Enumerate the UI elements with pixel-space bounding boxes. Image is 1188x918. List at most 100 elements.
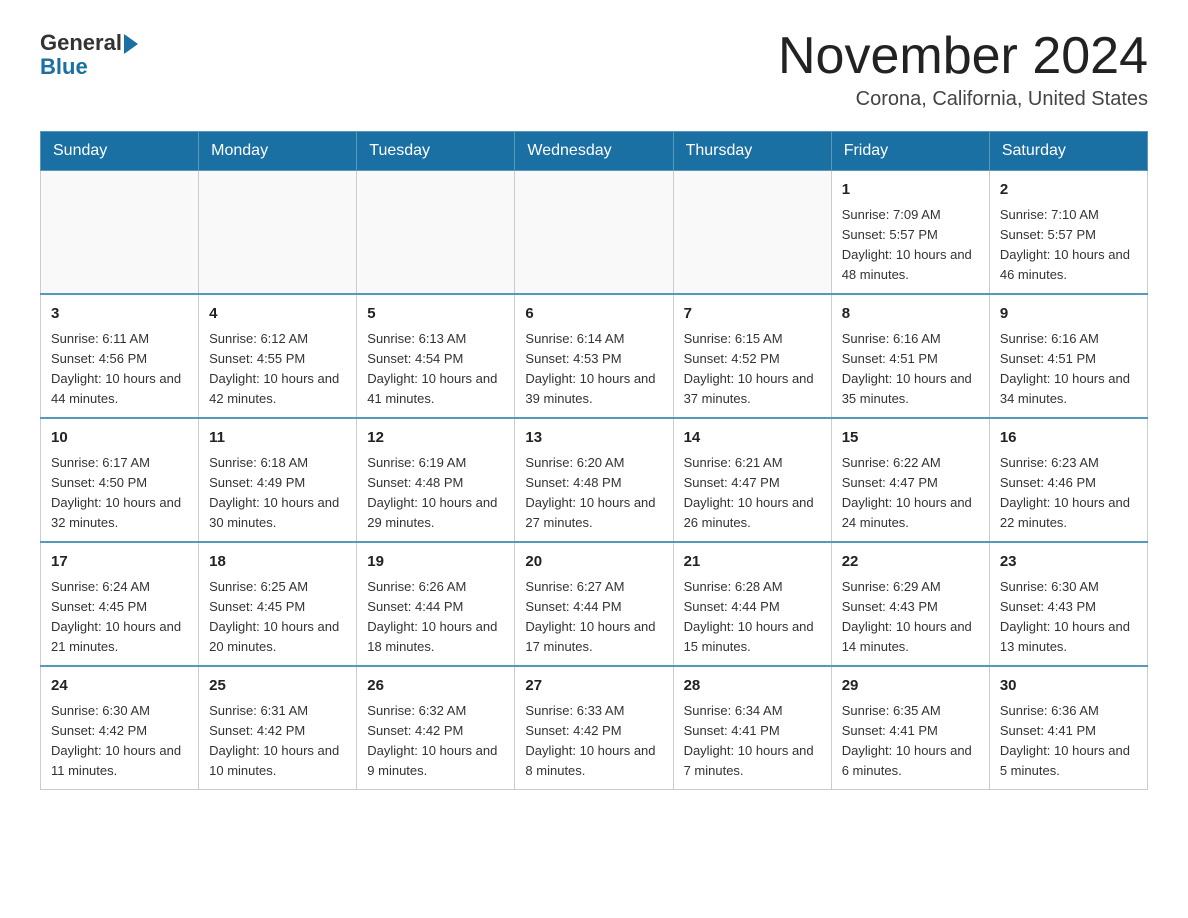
day-info: Sunrise: 6:17 AM Sunset: 4:50 PM Dayligh… (51, 453, 188, 534)
day-number: 3 (51, 303, 188, 326)
day-number: 5 (367, 303, 504, 326)
day-number: 11 (209, 427, 346, 450)
day-number: 29 (842, 675, 979, 698)
calendar-header-sunday: Sunday (41, 132, 199, 171)
day-info: Sunrise: 6:26 AM Sunset: 4:44 PM Dayligh… (367, 577, 504, 658)
calendar-header-wednesday: Wednesday (515, 132, 673, 171)
day-info: Sunrise: 6:28 AM Sunset: 4:44 PM Dayligh… (684, 577, 821, 658)
day-number: 25 (209, 675, 346, 698)
calendar-week-5: 24 Sunrise: 6:30 AM Sunset: 4:42 PM Dayli… (41, 666, 1148, 790)
calendar-week-2: 3 Sunrise: 6:11 AM Sunset: 4:56 PM Daylig… (41, 294, 1148, 418)
day-number: 26 (367, 675, 504, 698)
calendar-header-monday: Monday (199, 132, 357, 171)
day-info: Sunrise: 6:16 AM Sunset: 4:51 PM Dayligh… (842, 329, 979, 410)
calendar-cell: 1Sunrise: 7:09 AM Sunset: 5:57 PM Daylig… (831, 171, 989, 295)
day-number: 6 (525, 303, 662, 326)
location-text: Corona, California, United States (778, 88, 1148, 111)
day-info: Sunrise: 6:34 AM Sunset: 4:41 PM Dayligh… (684, 701, 821, 782)
calendar-header-row: SundayMondayTuesdayWednesdayThursdayFrid… (41, 132, 1148, 171)
day-info: Sunrise: 6:35 AM Sunset: 4:41 PM Dayligh… (842, 701, 979, 782)
calendar-cell: 23 Sunrise: 6:30 AM Sunset: 4:43 PM Dayli… (989, 542, 1147, 666)
calendar-week-1: 1Sunrise: 7:09 AM Sunset: 5:57 PM Daylig… (41, 171, 1148, 295)
day-number: 23 (1000, 551, 1137, 574)
calendar-cell: 11 Sunrise: 6:18 AM Sunset: 4:49 PM Dayli… (199, 418, 357, 542)
calendar-week-4: 17 Sunrise: 6:24 AM Sunset: 4:45 PM Dayli… (41, 542, 1148, 666)
day-info: Sunrise: 6:36 AM Sunset: 4:41 PM Dayligh… (1000, 701, 1137, 782)
day-info: Sunrise: 6:11 AM Sunset: 4:56 PM Dayligh… (51, 329, 188, 410)
calendar-cell: 6 Sunrise: 6:14 AM Sunset: 4:53 PM Daylig… (515, 294, 673, 418)
calendar-header-saturday: Saturday (989, 132, 1147, 171)
calendar-cell: 9 Sunrise: 6:16 AM Sunset: 4:51 PM Daylig… (989, 294, 1147, 418)
calendar-cell: 14 Sunrise: 6:21 AM Sunset: 4:47 PM Dayli… (673, 418, 831, 542)
calendar-cell: 18Sunrise: 6:25 AM Sunset: 4:45 PM Dayli… (199, 542, 357, 666)
day-number: 16 (1000, 427, 1137, 450)
calendar-header-friday: Friday (831, 132, 989, 171)
calendar-cell: 3 Sunrise: 6:11 AM Sunset: 4:56 PM Daylig… (41, 294, 199, 418)
day-info: Sunrise: 6:15 AM Sunset: 4:52 PM Dayligh… (684, 329, 821, 410)
calendar-cell: 28 Sunrise: 6:34 AM Sunset: 4:41 PM Dayli… (673, 666, 831, 790)
day-number: 28 (684, 675, 821, 698)
day-number: 22 (842, 551, 979, 574)
day-info: Sunrise: 6:31 AM Sunset: 4:42 PM Dayligh… (209, 701, 346, 782)
day-info: Sunrise: 6:21 AM Sunset: 4:47 PM Dayligh… (684, 453, 821, 534)
calendar-cell: 27 Sunrise: 6:33 AM Sunset: 4:42 PM Dayli… (515, 666, 673, 790)
logo-blue-text: Blue (40, 54, 88, 80)
day-info: Sunrise: 7:10 AM Sunset: 5:57 PM Dayligh… (1000, 205, 1137, 286)
day-info: Sunrise: 6:33 AM Sunset: 4:42 PM Dayligh… (525, 701, 662, 782)
day-number: 8 (842, 303, 979, 326)
day-number: 19 (367, 551, 504, 574)
day-info: Sunrise: 6:16 AM Sunset: 4:51 PM Dayligh… (1000, 329, 1137, 410)
calendar-table: SundayMondayTuesdayWednesdayThursdayFrid… (40, 131, 1148, 790)
day-info: Sunrise: 7:09 AM Sunset: 5:57 PM Dayligh… (842, 205, 979, 286)
calendar-cell: 24 Sunrise: 6:30 AM Sunset: 4:42 PM Dayli… (41, 666, 199, 790)
day-info: Sunrise: 6:32 AM Sunset: 4:42 PM Dayligh… (367, 701, 504, 782)
calendar-cell: 20 Sunrise: 6:27 AM Sunset: 4:44 PM Dayli… (515, 542, 673, 666)
day-info: Sunrise: 6:25 AM Sunset: 4:45 PM Dayligh… (209, 577, 346, 658)
calendar-cell (41, 171, 199, 295)
calendar-cell: 10 Sunrise: 6:17 AM Sunset: 4:50 PM Dayli… (41, 418, 199, 542)
logo-arrow-icon (124, 34, 138, 54)
calendar-cell: 2 Sunrise: 7:10 AM Sunset: 5:57 PM Daylig… (989, 171, 1147, 295)
calendar-cell: 5Sunrise: 6:13 AM Sunset: 4:54 PM Daylig… (357, 294, 515, 418)
day-number: 13 (525, 427, 662, 450)
day-info: Sunrise: 6:30 AM Sunset: 4:43 PM Dayligh… (1000, 577, 1137, 658)
calendar-cell: 4Sunrise: 6:12 AM Sunset: 4:55 PM Daylig… (199, 294, 357, 418)
month-title: November 2024 (778, 30, 1148, 82)
day-number: 30 (1000, 675, 1137, 698)
logo: General Blue (40, 30, 138, 80)
calendar-cell: 25 Sunrise: 6:31 AM Sunset: 4:42 PM Dayli… (199, 666, 357, 790)
day-info: Sunrise: 6:23 AM Sunset: 4:46 PM Dayligh… (1000, 453, 1137, 534)
day-info: Sunrise: 6:24 AM Sunset: 4:45 PM Dayligh… (51, 577, 188, 658)
day-info: Sunrise: 6:22 AM Sunset: 4:47 PM Dayligh… (842, 453, 979, 534)
calendar-cell (199, 171, 357, 295)
calendar-cell (357, 171, 515, 295)
calendar-cell: 16 Sunrise: 6:23 AM Sunset: 4:46 PM Dayli… (989, 418, 1147, 542)
day-info: Sunrise: 6:27 AM Sunset: 4:44 PM Dayligh… (525, 577, 662, 658)
day-number: 7 (684, 303, 821, 326)
day-info: Sunrise: 6:20 AM Sunset: 4:48 PM Dayligh… (525, 453, 662, 534)
day-info: Sunrise: 6:14 AM Sunset: 4:53 PM Dayligh… (525, 329, 662, 410)
calendar-header-tuesday: Tuesday (357, 132, 515, 171)
logo-general-text: General (40, 30, 122, 56)
day-number: 10 (51, 427, 188, 450)
calendar-cell: 30 Sunrise: 6:36 AM Sunset: 4:41 PM Dayli… (989, 666, 1147, 790)
day-info: Sunrise: 6:18 AM Sunset: 4:49 PM Dayligh… (209, 453, 346, 534)
day-info: Sunrise: 6:12 AM Sunset: 4:55 PM Dayligh… (209, 329, 346, 410)
day-number: 14 (684, 427, 821, 450)
calendar-cell: 15Sunrise: 6:22 AM Sunset: 4:47 PM Dayli… (831, 418, 989, 542)
day-number: 17 (51, 551, 188, 574)
day-number: 24 (51, 675, 188, 698)
calendar-cell: 7 Sunrise: 6:15 AM Sunset: 4:52 PM Daylig… (673, 294, 831, 418)
calendar-cell: 21Sunrise: 6:28 AM Sunset: 4:44 PM Dayli… (673, 542, 831, 666)
title-section: November 2024 Corona, California, United… (778, 30, 1148, 111)
calendar-cell: 12Sunrise: 6:19 AM Sunset: 4:48 PM Dayli… (357, 418, 515, 542)
calendar-cell: 26 Sunrise: 6:32 AM Sunset: 4:42 PM Dayli… (357, 666, 515, 790)
day-info: Sunrise: 6:30 AM Sunset: 4:42 PM Dayligh… (51, 701, 188, 782)
day-number: 20 (525, 551, 662, 574)
day-number: 2 (1000, 179, 1137, 202)
calendar-cell: 22Sunrise: 6:29 AM Sunset: 4:43 PM Dayli… (831, 542, 989, 666)
day-number: 27 (525, 675, 662, 698)
calendar-cell (673, 171, 831, 295)
day-number: 9 (1000, 303, 1137, 326)
calendar-cell (515, 171, 673, 295)
